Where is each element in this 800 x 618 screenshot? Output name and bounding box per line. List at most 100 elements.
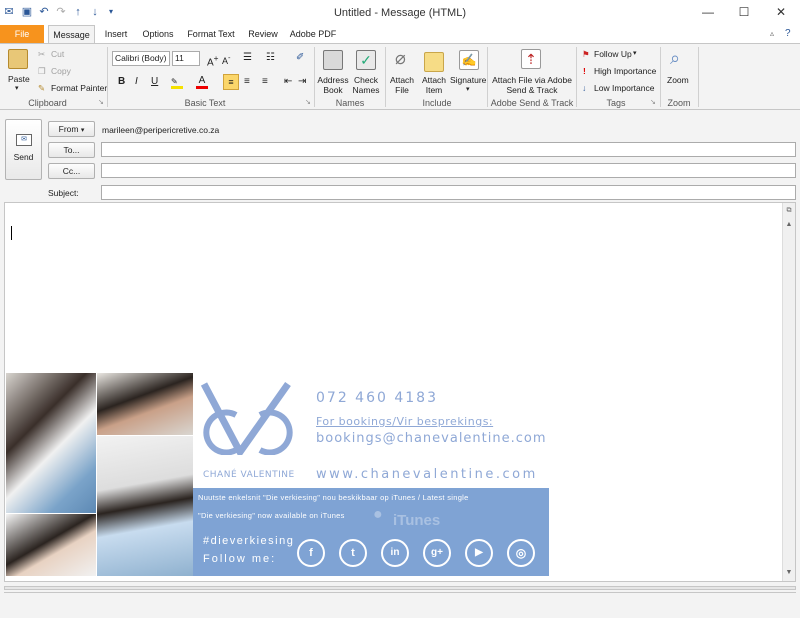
- signature-photo-2: [97, 373, 193, 435]
- adobe-send-track-icon[interactable]: ⇡: [521, 49, 541, 69]
- bookings-email[interactable]: bookings@chanevalentine.com: [316, 431, 547, 446]
- title-bar: ✉ ▣ ↶ ↷ ↑ ↓ ▾ Untitled - Message (HTML) …: [0, 0, 800, 25]
- tags-launcher-icon[interactable]: ↘: [650, 98, 656, 106]
- tab-format-text[interactable]: Format Text: [183, 25, 239, 44]
- copy-icon[interactable]: ❐: [38, 66, 46, 77]
- send-envelope-icon: ✉: [16, 134, 32, 146]
- zoom-button[interactable]: Zoom: [667, 75, 689, 85]
- website-link[interactable]: www.chanevalentine.com: [316, 467, 538, 482]
- text-cursor: [11, 226, 12, 240]
- include-group-label: Include: [422, 98, 452, 108]
- linkedin-icon[interactable]: in: [381, 539, 409, 567]
- paste-button[interactable]: Paste: [8, 74, 30, 84]
- address-book-icon[interactable]: [323, 50, 343, 70]
- low-importance-button[interactable]: Low Importance: [594, 83, 654, 93]
- tab-message[interactable]: Message: [48, 25, 95, 44]
- format-painter-icon[interactable]: ✎: [38, 83, 45, 94]
- bold-button[interactable]: B: [118, 76, 125, 87]
- high-importance-icon[interactable]: !: [583, 66, 586, 76]
- twitter-icon[interactable]: t: [339, 539, 367, 567]
- tab-adobe-pdf[interactable]: Adobe PDF: [288, 25, 338, 44]
- high-importance-button[interactable]: High Importance: [594, 66, 656, 76]
- divider: [385, 47, 386, 107]
- bookings-label[interactable]: For bookings/Vir besprekings:: [316, 415, 493, 428]
- font-size-combo[interactable]: 11: [172, 51, 200, 66]
- from-dropdown-icon: ▾: [80, 127, 85, 134]
- scroll-up-icon[interactable]: ▲: [784, 221, 794, 231]
- address-book-button[interactable]: Address Book: [316, 75, 350, 95]
- cut-icon[interactable]: ✂: [38, 49, 45, 60]
- paperclip-icon[interactable]: ⌀: [395, 48, 406, 69]
- grow-font-icon[interactable]: A+: [207, 53, 219, 68]
- check-names-button[interactable]: Check Names: [351, 75, 381, 95]
- tab-file[interactable]: File: [0, 25, 44, 44]
- signature-icon[interactable]: ✍: [459, 50, 479, 70]
- copy-button[interactable]: Copy: [51, 66, 71, 76]
- low-importance-icon[interactable]: ↓: [582, 83, 586, 93]
- signature-photo-3: [97, 436, 193, 576]
- follow-up-button[interactable]: Follow Up: [594, 49, 632, 59]
- scroll-down-icon[interactable]: ▼: [784, 569, 794, 579]
- paste-icon[interactable]: [8, 49, 28, 69]
- cc-button[interactable]: Cc...: [48, 163, 95, 179]
- subject-field[interactable]: [101, 185, 796, 200]
- bullets-icon[interactable]: ☰: [243, 52, 252, 63]
- shrink-font-icon[interactable]: A-: [222, 53, 231, 66]
- from-button[interactable]: From ▾: [48, 121, 95, 137]
- facebook-icon[interactable]: f: [297, 539, 325, 567]
- format-painter-button[interactable]: Format Painter: [51, 83, 107, 93]
- attach-file-button[interactable]: Attach File: [388, 75, 416, 95]
- send-button[interactable]: ✉ Send: [5, 119, 42, 180]
- underline-button[interactable]: U: [151, 76, 158, 87]
- cc-field[interactable]: [101, 163, 796, 178]
- horizontal-scrollbar[interactable]: [4, 586, 796, 590]
- close-button[interactable]: ✕: [763, 0, 799, 25]
- youtube-icon[interactable]: ▶: [465, 539, 493, 567]
- tab-insert[interactable]: Insert: [99, 25, 133, 44]
- basic-text-launcher-icon[interactable]: ↘: [305, 98, 311, 106]
- send-label: Send: [13, 152, 34, 162]
- minimize-button[interactable]: —: [690, 0, 726, 25]
- tab-review[interactable]: Review: [243, 25, 283, 44]
- envelope-icon[interactable]: [424, 52, 444, 72]
- highlight-icon[interactable]: ✎: [171, 77, 183, 89]
- to-button[interactable]: To...: [48, 142, 95, 158]
- status-bar: [0, 584, 800, 618]
- maximize-button[interactable]: ☐: [726, 0, 762, 25]
- numbering-icon[interactable]: ☷: [266, 52, 275, 63]
- flag-icon[interactable]: ⚑: [582, 49, 590, 60]
- clear-formatting-icon[interactable]: ✐: [296, 52, 304, 63]
- cut-button[interactable]: Cut: [51, 49, 64, 59]
- hashtag: #dieverkiesing: [203, 535, 295, 547]
- collapse-ribbon-icon[interactable]: ▵: [770, 29, 774, 38]
- font-name-combo[interactable]: Calibri (Body): [112, 51, 170, 66]
- instagram-icon[interactable]: ◎: [507, 539, 535, 567]
- align-center-icon[interactable]: ≡: [244, 76, 250, 87]
- italic-button[interactable]: I: [135, 76, 138, 87]
- vertical-scrollbar[interactable]: ⧉ ▲ ▼: [782, 203, 795, 581]
- signature-button[interactable]: Signature: [450, 75, 486, 85]
- clipboard-launcher-icon[interactable]: ↘: [98, 98, 104, 106]
- brand-name: CHANÉ VALENTINE: [203, 470, 295, 480]
- follow-up-dropdown-icon[interactable]: ▾: [633, 49, 637, 57]
- signature-banner: Nuutste enkelsnit "Die verkiesing" nou b…: [193, 488, 549, 576]
- magnifier-icon[interactable]: ⌕: [670, 48, 680, 69]
- help-icon[interactable]: ?: [785, 28, 791, 39]
- signature-dropdown-icon[interactable]: ▾: [466, 85, 470, 93]
- ruler-toggle-icon[interactable]: ⧉: [784, 207, 794, 217]
- align-right-icon[interactable]: ≡: [262, 76, 268, 87]
- attach-via-adobe-button[interactable]: Attach File via Adobe Send & Track: [490, 75, 574, 95]
- subject-label: Subject:: [48, 188, 79, 198]
- check-names-icon[interactable]: ✓: [356, 50, 376, 70]
- divider: [314, 47, 315, 107]
- to-field[interactable]: [101, 142, 796, 157]
- align-left-button[interactable]: ≡: [223, 74, 239, 90]
- font-color-icon[interactable]: A: [196, 75, 208, 89]
- paste-dropdown-icon[interactable]: ▾: [15, 84, 19, 92]
- divider: [698, 47, 699, 107]
- tab-options[interactable]: Options: [138, 25, 178, 44]
- attach-item-button[interactable]: Attach Item: [419, 75, 449, 95]
- google-plus-icon[interactable]: g+: [423, 539, 451, 567]
- decrease-indent-icon[interactable]: ⇤: [284, 76, 292, 87]
- increase-indent-icon[interactable]: ⇥: [298, 76, 306, 87]
